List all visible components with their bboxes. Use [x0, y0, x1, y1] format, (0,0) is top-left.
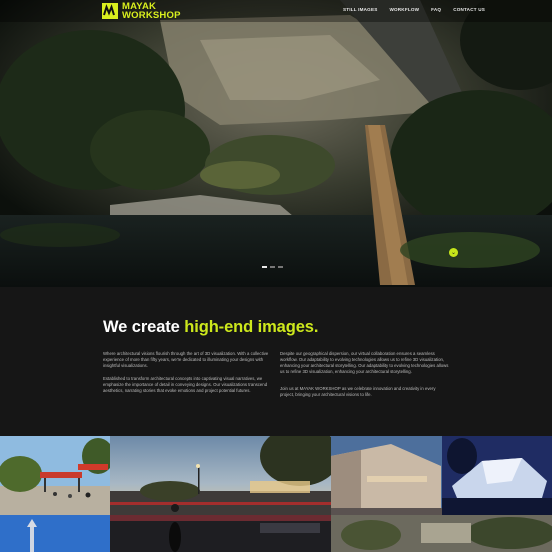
intro-paragraph-1: Where architectural visions flourish thr… [103, 351, 269, 368]
main-nav: STILL IMAGES WORKFLOW FAQ CONTACT US [343, 7, 485, 12]
nav-workflow[interactable]: WORKFLOW [389, 7, 419, 12]
gallery-image-dusk-plaza[interactable] [110, 436, 331, 515]
intro-paragraph-3: Despite our geographical dispersion, our… [280, 351, 449, 374]
nav-contact-us[interactable]: CONTACT US [453, 7, 485, 12]
slider-dot-3[interactable] [278, 266, 283, 268]
brand-logo[interactable]: MAYAK WORKSHOP [102, 2, 181, 20]
hero-aerial-image [0, 0, 552, 287]
gallery-image-park-pavilion[interactable] [0, 436, 110, 515]
slider-dot-1[interactable] [262, 266, 267, 268]
intro-headline: We create high-end images. [103, 318, 318, 337]
chevron-down-icon: ⌄ [450, 250, 457, 256]
slider-pagination [262, 266, 283, 268]
gallery-image-tower-sky[interactable] [0, 515, 110, 552]
gallery-image-concrete-building[interactable] [331, 436, 442, 515]
slider-dot-2[interactable] [270, 266, 275, 268]
intro-section: We create high-end images. Where archite… [0, 287, 552, 436]
brand-name-line2: WORKSHOP [122, 10, 181, 21]
gallery-image-aerial-square[interactable] [331, 515, 552, 552]
logo-mark-icon [102, 3, 118, 19]
hero-slider: MAYAK WORKSHOP STILL IMAGES WORKFLOW FAQ… [0, 0, 552, 287]
gallery-image-street-night[interactable] [110, 515, 331, 552]
scroll-down-button[interactable]: ⌄ [449, 248, 458, 257]
intro-paragraph-2: Established to transform architectural c… [103, 376, 268, 393]
gallery-image-night-pavilion[interactable] [442, 436, 552, 515]
intro-paragraph-4: Join us at MAYAK WORKSHOP as we celebrat… [280, 386, 436, 397]
headline-highlight: high-end images. [184, 318, 319, 336]
project-gallery [0, 436, 552, 552]
nav-faq[interactable]: FAQ [431, 7, 441, 12]
nav-still-images[interactable]: STILL IMAGES [343, 7, 377, 12]
headline-prefix: We create [103, 318, 185, 336]
